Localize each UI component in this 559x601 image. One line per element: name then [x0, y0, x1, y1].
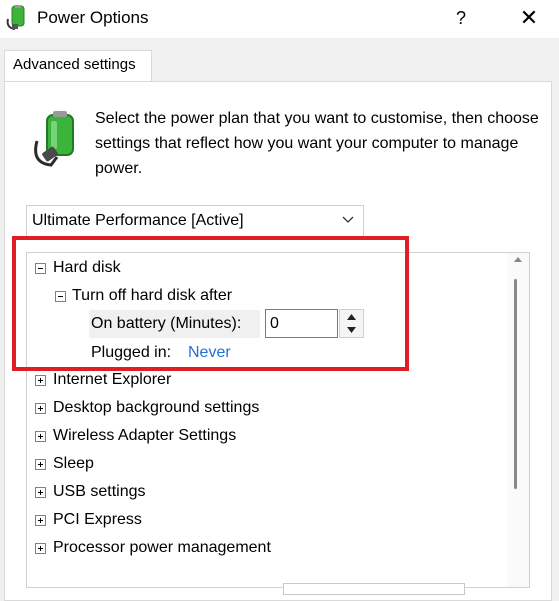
tree-item-usb-settings[interactable]: USB settings [53, 478, 145, 506]
power-options-app-icon [6, 5, 25, 31]
tree-item-sleep[interactable]: Sleep [53, 450, 94, 478]
expand-toggle-icon[interactable] [35, 403, 46, 414]
on-battery-label: On battery (Minutes): [89, 310, 260, 338]
expand-toggle-icon[interactable] [35, 543, 46, 554]
title-bar: Power Options ? ✕ [0, 0, 559, 38]
selected-plan: Ultimate Performance [Active] [32, 212, 244, 229]
plan-description: Select the power plan that you want to c… [95, 110, 539, 177]
battery-plug-icon [34, 111, 74, 167]
tree-item-processor-power[interactable]: Processor power management [53, 534, 271, 562]
tree-item-turn-off-hard-disk[interactable]: Turn off hard disk after [72, 282, 232, 310]
collapse-toggle-icon[interactable] [55, 291, 66, 302]
on-battery-minutes-input[interactable] [265, 309, 338, 338]
close-button[interactable]: ✕ [507, 2, 551, 34]
plugged-in-label: Plugged in: [91, 344, 172, 361]
expand-toggle-icon[interactable] [35, 487, 46, 498]
tab-advanced-settings[interactable]: Advanced settings [4, 50, 152, 82]
window-title: Power Options [37, 8, 149, 27]
expand-toggle-icon[interactable] [35, 375, 46, 386]
expand-toggle-icon[interactable] [35, 515, 46, 526]
chevron-down-icon [342, 216, 354, 223]
expand-toggle-icon[interactable] [35, 431, 46, 442]
tree-item-pci-express[interactable]: PCI Express [53, 506, 142, 534]
tree-item-internet-explorer[interactable]: Internet Explorer [53, 366, 171, 394]
expand-toggle-icon[interactable] [35, 459, 46, 470]
collapse-toggle-icon[interactable] [35, 263, 46, 274]
scroll-thumb[interactable] [514, 279, 517, 489]
plugged-in-value-link[interactable]: Never [188, 339, 231, 367]
dialog-button-partial[interactable] [283, 583, 465, 595]
spin-down-icon[interactable] [340, 324, 363, 337]
tree-item-hard-disk[interactable]: Hard disk [53, 254, 121, 282]
tab-label: Advanced settings [13, 56, 136, 73]
power-plan-dropdown[interactable]: Ultimate Performance [Active] [26, 205, 364, 238]
minutes-spinner [339, 309, 364, 338]
tree-scrollbar[interactable] [507, 253, 529, 587]
tree-item-wireless-adapter[interactable]: Wireless Adapter Settings [53, 422, 236, 450]
tree-item-desktop-background[interactable]: Desktop background settings [53, 394, 259, 422]
help-button[interactable]: ? [442, 2, 480, 34]
spin-up-icon[interactable] [340, 310, 363, 323]
scroll-up-arrow-icon[interactable] [514, 257, 522, 262]
